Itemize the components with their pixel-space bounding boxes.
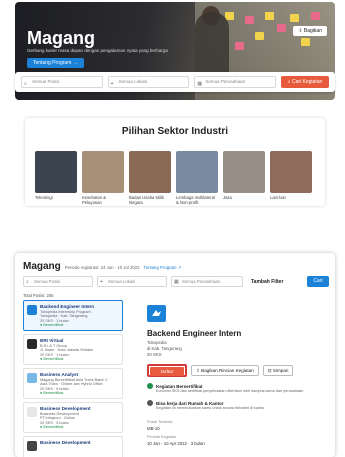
listing-header: Magang Periode registrasi: 24 Jun - 10 J… (23, 261, 181, 272)
position-value: MB-10 (147, 426, 160, 431)
search-icon: ⌕ (24, 81, 27, 87)
about-program-link[interactable]: Tentang Program ↗ (144, 265, 182, 271)
save-button[interactable]: ⊡ Simpan (262, 365, 294, 376)
apply-button[interactable]: Daftar (150, 367, 184, 376)
search-bar: ⌕ Semua Posisi ⌖ Semua Lokasi ▦ Semua Pe… (15, 72, 335, 92)
period-label: Periode Kegiatan (147, 435, 177, 439)
job-title: Business Development (40, 440, 91, 445)
sector-item-health[interactable]: Kesehatan & Pelayanan (82, 151, 124, 205)
job-card[interactable]: Business Analyst Magang Bersertifikat As… (23, 368, 123, 399)
apply-button-highlight[interactable]: Daftar (147, 364, 187, 377)
certified-badge: ● Bersertifikat (40, 391, 64, 396)
sector-title: Pilihan Sektor Industri (121, 126, 229, 137)
job-detail: Backend Engineer Intern Tokopedia di Kab… (131, 300, 331, 457)
share-details-button[interactable]: ⇪ Bagikan Rincian Kegiatan (191, 365, 259, 376)
sector-item-services[interactable]: Jasa (223, 151, 265, 200)
detail-credits: 20 SKS (147, 352, 162, 357)
job-card[interactable]: BRI Virtual B.R.I & T Group Jl. Imam · K… (23, 334, 123, 365)
job-list: Backend Engineer Intern Tokopedia Intern… (23, 300, 123, 457)
total-positions: Total Posisi: 255 (23, 293, 54, 298)
sector-item-nonprofit[interactable]: Lembaga multilateral & Non-profit (176, 151, 218, 205)
listing-search-bar: ⌕ Semua Posisi ⌖ Semua Lokasi ▦ Semua Pe… (23, 275, 329, 288)
certified-badge: ● Bersertifikat (40, 357, 64, 362)
certified-badge: ● Bersertifikat (40, 425, 64, 430)
company-logo (27, 339, 37, 349)
work-mode-info: Bisa kerja dari Rumah & Kantor Kegiatan … (147, 400, 317, 410)
location-filter[interactable]: ⌖ Semua Lokasi (97, 276, 167, 287)
share-button[interactable]: ⇪ Bagikan (293, 26, 327, 36)
sector-item-technology[interactable]: Teknologi (35, 151, 77, 200)
company-logo (27, 305, 37, 315)
job-listing-panel: Magang Periode registrasi: 24 Jun - 10 J… (15, 253, 335, 457)
check-icon (147, 383, 153, 389)
search-button[interactable]: Cari (307, 276, 329, 287)
company-logo (27, 407, 37, 417)
bird-icon (152, 310, 161, 316)
detail-company: Tokopedia (147, 340, 167, 345)
company-filter[interactable]: ▦ Semua Perusahaan (194, 76, 277, 88)
search-activity-button[interactable]: ⌕ Cari Kegiatan (281, 76, 330, 88)
period-value: 10 Jan - 10 Apr 2022 · 3 bulan (147, 441, 205, 446)
position-label: Posisi Tersedia (147, 420, 173, 424)
sector-image (129, 151, 171, 193)
sector-image (176, 151, 218, 193)
add-filter-button[interactable]: Tambah Filter (251, 279, 283, 285)
location-pin-icon: ⌖ (100, 279, 103, 285)
job-card[interactable]: Business Development Business Developmen… (23, 402, 123, 433)
position-filter[interactable]: ⌕ Semua Posisi (21, 76, 103, 88)
company-logo (27, 441, 37, 451)
detail-location: di Kab. Tangerang (147, 346, 182, 351)
building-icon: ▦ (174, 279, 179, 285)
hero-subtitle: Gerbang karier masa depan dengan pengala… (27, 48, 168, 53)
sector-section: Pilihan Sektor Industri Teknologi Keseha… (25, 118, 325, 206)
sector-image (270, 151, 312, 193)
company-logo (147, 305, 166, 322)
location-pin-icon: ⌖ (110, 81, 114, 87)
certified-info: Kegiatan Bersertifikat Konversi SKS dan … (147, 383, 317, 393)
company-filter[interactable]: ▦ Semua Perusahaan (171, 276, 243, 287)
sector-image (35, 151, 77, 193)
certified-badge: ● Bersertifikat (40, 323, 64, 328)
about-program-button[interactable]: Tentang Program → (27, 58, 84, 68)
location-filter[interactable]: ⌖ Semua Lokasi (107, 76, 190, 88)
page-title: Magang (27, 28, 96, 48)
position-filter[interactable]: ⌕ Semua Posisi (23, 276, 93, 287)
detail-actions: Daftar ⇪ Bagikan Rincian Kegiatan ⊡ Simp… (147, 364, 294, 377)
company-logo (27, 373, 37, 383)
sector-item-others[interactable]: Lain-lain (270, 151, 312, 200)
sector-image (223, 151, 265, 193)
registration-period: Periode registrasi: 24 Jun - 10 Jul 2022 (64, 265, 140, 270)
building-icon: ▦ (197, 81, 203, 87)
job-card-selected[interactable]: Backend Engineer Intern Tokopedia Intern… (23, 300, 123, 331)
job-card[interactable]: Business Development (23, 436, 123, 457)
search-icon: ⌕ (26, 279, 29, 285)
sector-image (82, 151, 124, 193)
sector-item-bumn[interactable]: Badan Usaha Milik Negara (129, 151, 171, 205)
detail-title: Backend Engineer Intern (147, 329, 242, 338)
listing-title: Magang (23, 261, 61, 272)
home-office-icon (147, 400, 153, 406)
